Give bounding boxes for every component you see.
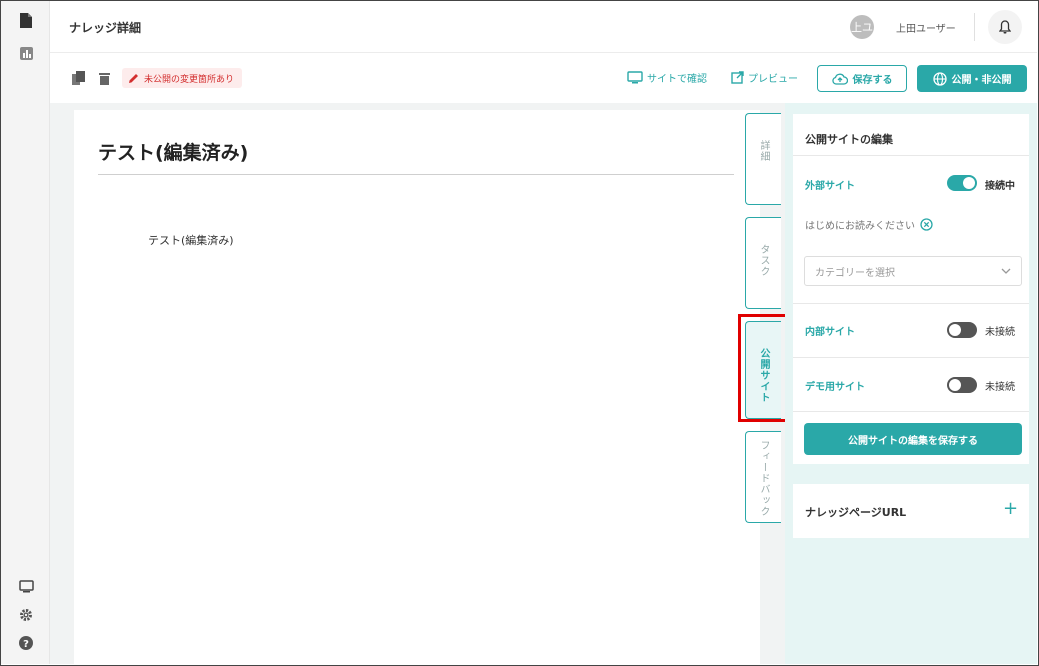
internal-site-label: 内部サイト — [805, 327, 855, 338]
divider — [793, 155, 1029, 156]
preview-label: プレビュー — [748, 74, 798, 85]
unpublished-changes-badge: 未公開の変更箇所あり — [122, 68, 243, 88]
knowledge-url-card: ナレッジページURL + — [793, 484, 1029, 538]
save-button[interactable]: 保存する — [817, 65, 907, 92]
publish-toggle-button[interactable]: 公開・非公開 — [917, 65, 1027, 92]
svg-text:?: ? — [23, 639, 29, 650]
toggle-knob — [949, 324, 961, 336]
tab-tasks[interactable]: タスク — [745, 217, 781, 309]
help-icon[interactable]: ? — [17, 634, 35, 652]
external-site-status: 接続中 — [985, 181, 1015, 192]
public-site-edit-card: 公開サイトの編集 外部サイト 接続中 はじめにお読みください カテゴリーを選択 … — [793, 114, 1029, 464]
internal-site-status: 未接続 — [985, 327, 1015, 338]
add-url-button[interactable]: + — [1003, 498, 1018, 519]
user-name[interactable]: 上田ユーザー — [896, 20, 956, 35]
copy-icon[interactable] — [70, 70, 86, 86]
external-link-icon — [731, 71, 744, 84]
panel-heading: 公開サイトの編集 — [805, 133, 893, 146]
preview-link[interactable]: プレビュー — [731, 70, 798, 85]
analytics-icon[interactable] — [17, 44, 35, 62]
view-on-site-label: サイトで確認 — [647, 74, 707, 85]
demo-site-status: 未接続 — [985, 382, 1015, 393]
save-public-site-button[interactable]: 公開サイトの編集を保存する — [804, 423, 1022, 455]
toggle-knob — [963, 177, 975, 189]
tab-tasks-label: タスク — [758, 244, 769, 277]
top-header: ナレッジ詳細 上ユ 上田ユーザー — [50, 1, 1037, 53]
divider — [793, 357, 1029, 358]
pencil-icon — [129, 73, 138, 83]
chevron-down-icon — [1001, 268, 1011, 274]
publish-label: 公開・非公開 — [951, 75, 1012, 86]
editor-canvas: テスト(編集済み) テスト(編集済み) — [50, 103, 785, 664]
trash-icon[interactable] — [96, 70, 112, 86]
external-site-toggle[interactable] — [947, 175, 977, 191]
toggle-knob — [949, 379, 961, 391]
document-page: テスト(編集済み) テスト(編集済み) — [74, 110, 760, 664]
external-site-label: 外部サイト — [805, 181, 855, 192]
tab-details[interactable]: 詳細 — [745, 113, 781, 205]
bell-icon — [999, 20, 1011, 34]
category-select[interactable]: カテゴリーを選択 — [804, 256, 1022, 286]
close-circle-icon[interactable] — [920, 218, 933, 231]
knowledge-url-label: ナレッジページURL — [805, 506, 907, 519]
view-on-site-link[interactable]: サイトで確認 — [627, 70, 707, 85]
badge-label: 未公開の変更箇所あり — [144, 74, 235, 85]
category-placeholder: カテゴリーを選択 — [815, 267, 895, 279]
internal-site-toggle[interactable] — [947, 322, 977, 338]
demo-site-label: デモ用サイト — [805, 382, 865, 393]
header-divider — [974, 13, 975, 41]
document-icon[interactable] — [17, 11, 35, 29]
monitor-icon[interactable] — [17, 577, 35, 595]
editor-toolbar: 未公開の変更箇所あり サイトで確認 プレビュー 保存する 公開・非公開 — [50, 53, 1037, 103]
page-title: ナレッジ詳細 — [69, 21, 142, 35]
readme-label: はじめにお読みください — [805, 221, 915, 232]
save-label: 保存する — [852, 75, 893, 86]
tab-feedback[interactable]: フィードバック — [745, 431, 781, 523]
settings-icon[interactable] — [17, 606, 35, 624]
document-body[interactable]: テスト(編集済み) — [148, 232, 234, 248]
divider — [793, 303, 1029, 304]
tab-details-label: 詳細 — [758, 140, 769, 162]
monitor-icon — [627, 71, 643, 84]
public-site-panel: 公開サイトの編集 外部サイト 接続中 はじめにお読みください カテゴリーを選択 … — [785, 103, 1037, 664]
notification-button[interactable] — [988, 10, 1022, 44]
title-divider — [98, 174, 734, 175]
demo-site-toggle[interactable] — [947, 377, 977, 393]
tab-feedback-label: フィードバック — [758, 440, 769, 517]
globe-icon — [932, 71, 947, 86]
document-title[interactable]: テスト(編集済み) — [98, 138, 248, 165]
readme-link[interactable]: はじめにお読みください — [805, 217, 933, 232]
cloud-upload-icon — [831, 73, 848, 85]
left-rail: ? — [1, 1, 50, 664]
divider — [793, 411, 1029, 412]
avatar[interactable]: 上ユ — [850, 15, 874, 39]
